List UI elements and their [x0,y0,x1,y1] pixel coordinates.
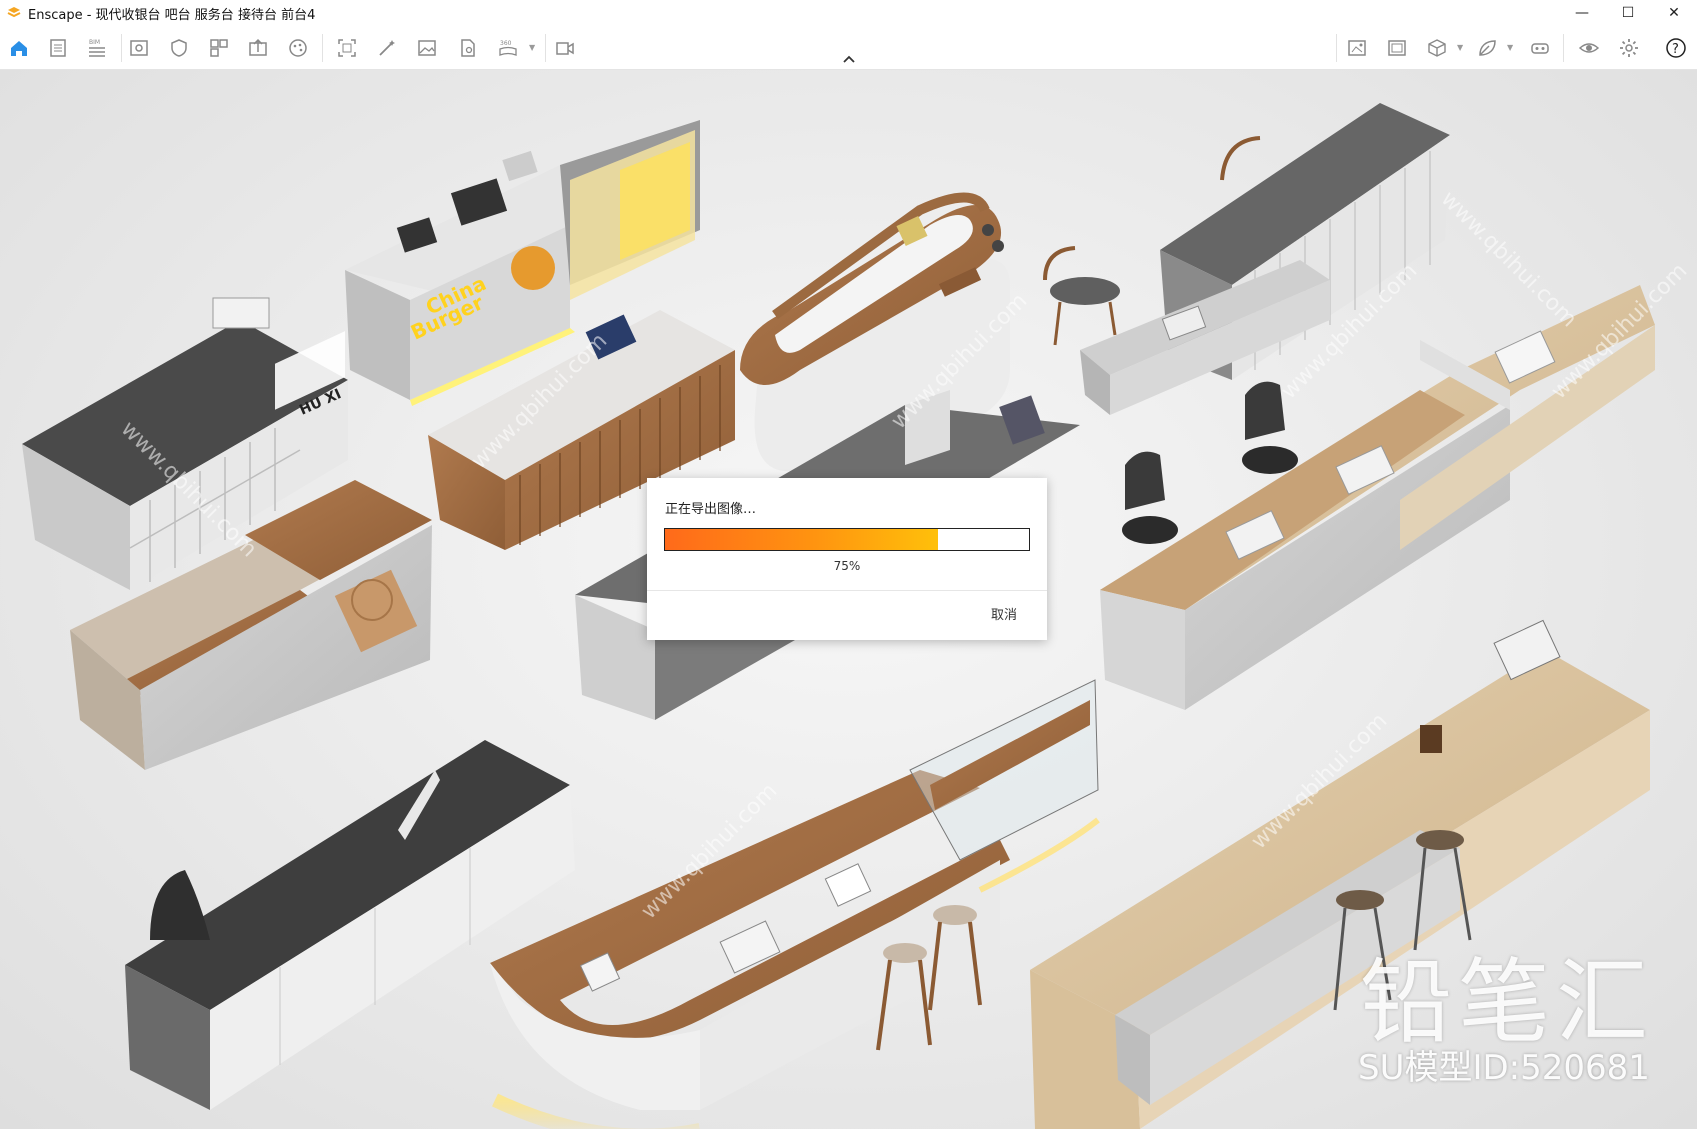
collapse-toolbar-chevron-icon[interactable] [840,52,858,66]
counter-dark-long [125,740,575,1110]
cube-icon[interactable] [1425,36,1449,60]
bim-icon[interactable]: BIM [85,36,109,60]
batch-render-icon[interactable] [1345,36,1369,60]
cancel-button[interactable]: 取消 [991,604,1017,623]
counter-gray-ribbed [1043,103,1450,415]
close-button[interactable]: ✕ [1651,0,1697,26]
assets-icon[interactable] [207,36,231,60]
export-progress-dialog: 正在导出图像… 75% 取消 [647,478,1047,640]
window-title: Enscape - 现代收银台 吧台 服务台 接待台 前台4 [28,7,316,23]
home-icon[interactable] [7,36,31,60]
dialog-divider [647,590,1047,591]
settings-icon[interactable] [1617,36,1641,60]
vr-icon[interactable] [1528,36,1552,60]
magic-icon[interactable] [375,36,399,60]
leaf-icon[interactable] [1475,36,1499,60]
export-progress-fill [665,529,938,550]
view-icon[interactable] [127,36,151,60]
svg-text:www.qbihui.com: www.qbihui.com [1436,187,1582,333]
gallery-icon[interactable] [1385,36,1409,60]
screenshot-icon[interactable] [335,36,359,60]
dialog-title: 正在导出图像… [665,502,757,517]
toolbar-separator [545,34,546,62]
svg-text:?: ? [1672,42,1679,57]
counter-curved-wood [490,679,1100,1129]
enscape-logo-icon [6,5,22,21]
toolbar-separator [1563,34,1564,62]
cube-dropdown-chevron-icon[interactable]: ▼ [1457,43,1463,52]
window-controls: — ☐ ✕ [1559,0,1697,26]
progress-percent-label: 75% [833,559,861,573]
toolbar-separator [322,34,323,62]
export-progress-bar [664,528,1030,551]
video-icon[interactable] [553,36,577,60]
title-bar: Enscape - 现代收银台 吧台 服务台 接待台 前台4 — ☐ ✕ [0,0,1697,26]
minimize-button[interactable]: — [1559,0,1605,26]
file-settings-icon[interactable] [456,36,480,60]
panorama-icon[interactable]: 360 [496,36,520,60]
svg-text:BIM: BIM [89,39,100,46]
toolbar-separator [121,34,122,62]
image-icon[interactable] [415,36,439,60]
upload-icon[interactable] [246,36,270,60]
panorama-dropdown-chevron-icon[interactable]: ▼ [529,43,535,52]
toolbar-separator [1336,34,1337,62]
maximize-button[interactable]: ☐ [1605,0,1651,26]
sync-icon[interactable] [167,36,191,60]
palette-icon[interactable] [286,36,310,60]
leaf-dropdown-chevron-icon[interactable]: ▼ [1507,43,1513,52]
help-icon[interactable]: ? [1664,36,1688,60]
watermark-model-id: SU模型ID:520681 [1358,1048,1650,1088]
svg-text:360: 360 [500,40,512,47]
eye-icon[interactable] [1577,36,1601,60]
document-icon[interactable] [46,36,70,60]
